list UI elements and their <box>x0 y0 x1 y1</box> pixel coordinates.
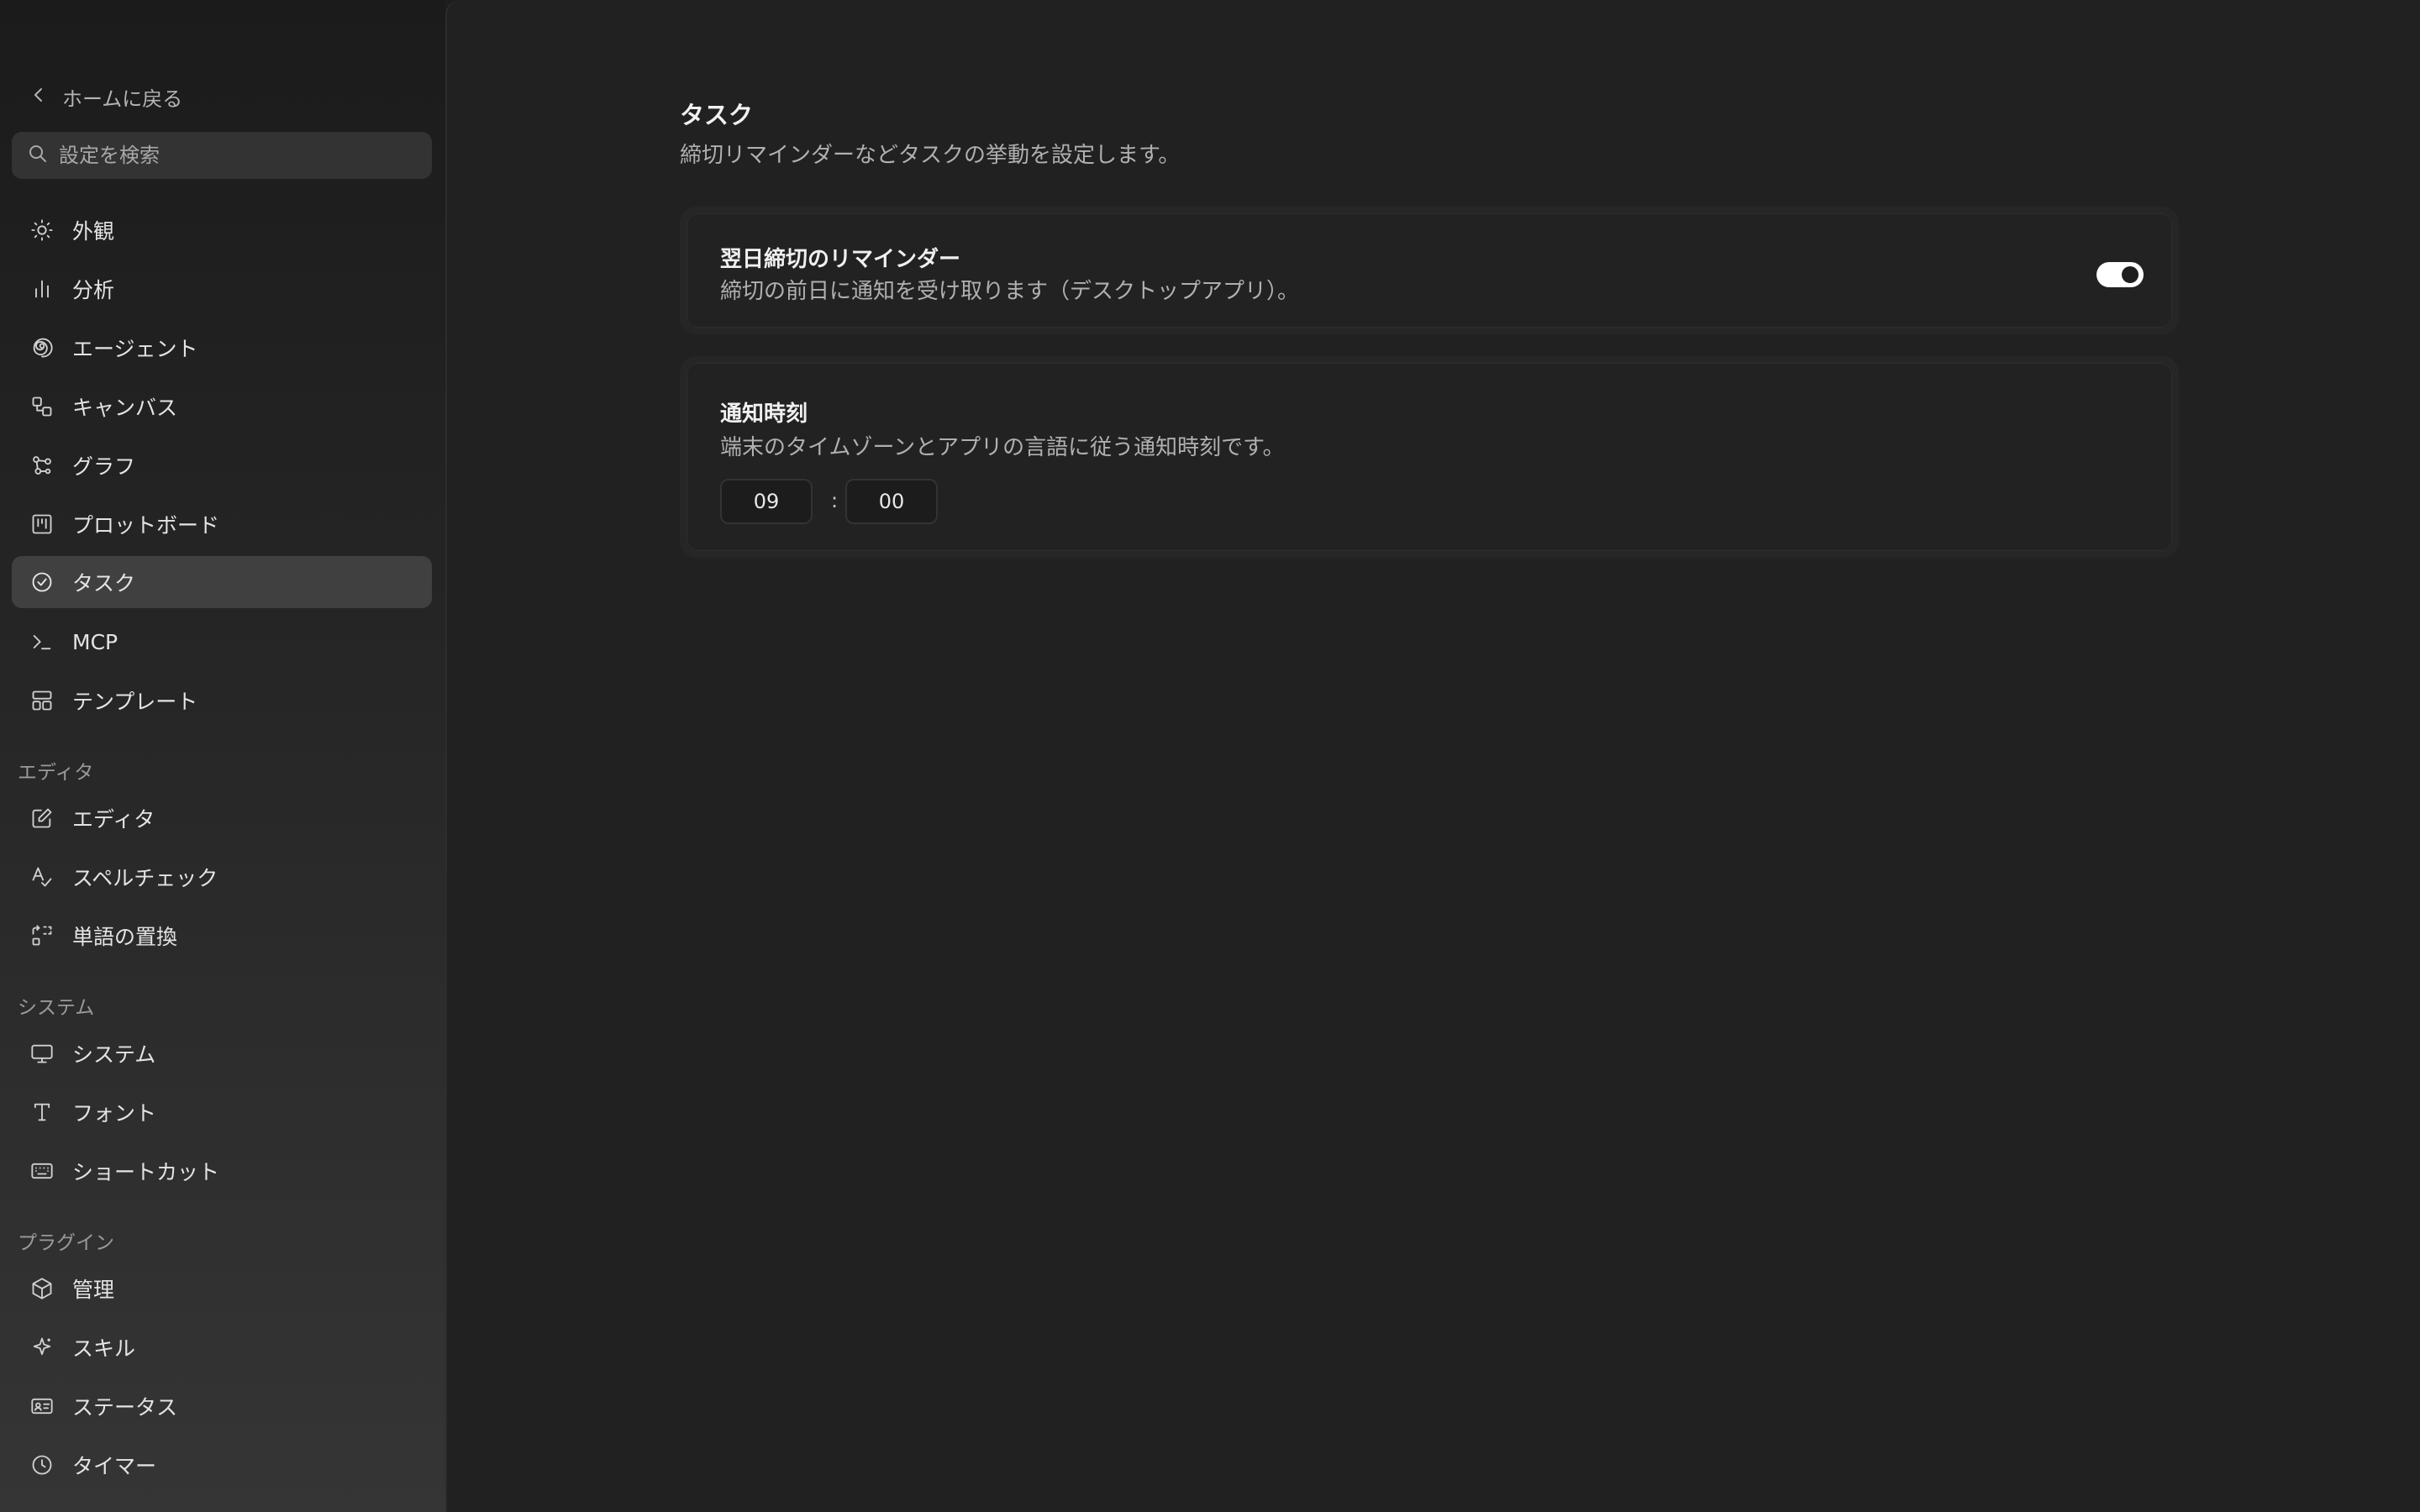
hour-input[interactable] <box>720 479 813 524</box>
page-subtitle: 締切リマインダーなどタスクの挙動を設定します。 <box>680 143 1181 168</box>
notify-time-description: 端末のタイムゾーンとアプリの言語に従う通知時刻です。 <box>720 435 1285 460</box>
sidebar-item-templates[interactable]: テンプレート <box>12 675 432 727</box>
clock-icon <box>29 1452 55 1478</box>
sidebar-item-agent[interactable]: エージェント <box>12 322 432 374</box>
type-icon <box>29 1099 55 1126</box>
sparkle-icon <box>29 1334 55 1361</box>
sidebar-item-label: タイマー <box>72 1454 157 1478</box>
back-to-home-link[interactable]: ホームに戻る <box>30 82 182 111</box>
settings-search[interactable] <box>12 132 432 179</box>
sidebar-item-label: ステータス <box>72 1395 178 1420</box>
replace-icon <box>29 922 55 949</box>
sidebar-item-spellcheck[interactable]: スペルチェック <box>12 851 432 903</box>
graph-icon <box>29 452 55 479</box>
reminder-setting-card: 翌日締切のリマインダー 締切の前日に通知を受け取ります（デスクトップアプリ）。 <box>680 207 2179 334</box>
sidebar-item-label: 単語の置換 <box>72 925 178 949</box>
sidebar-item-plotboard[interactable]: プロットボード <box>12 498 432 550</box>
sidebar-item-fonts[interactable]: フォント <box>12 1086 432 1138</box>
sidebar-item-label: スペルチェック <box>72 866 218 890</box>
sidebar-item-timer[interactable]: タイマー <box>12 1439 432 1491</box>
sidebar-item-label: エージェント <box>72 337 198 361</box>
spell-check-icon <box>29 864 55 890</box>
search-input[interactable] <box>57 143 413 168</box>
sidebar-item-label: 外観 <box>72 219 115 244</box>
sidebar-item-label: エディタ <box>72 807 155 832</box>
canvas-icon <box>29 393 55 420</box>
box-icon <box>29 1275 55 1302</box>
settings-content: タスク 締切リマインダーなどタスクの挙動を設定します。 翌日締切のリマインダー … <box>445 0 2420 1512</box>
reminder-title: 翌日締切のリマインダー <box>720 247 961 272</box>
search-icon <box>27 143 49 168</box>
time-separator: : <box>831 489 839 512</box>
kanban-icon <box>29 511 55 538</box>
sidebar-item-label: MCP <box>72 629 118 654</box>
bar-chart-icon <box>29 276 55 302</box>
reminder-description: 締切の前日に通知を受け取ります（デスクトップアプリ）。 <box>720 279 1300 304</box>
sidebar-item-appearance[interactable]: 外観 <box>12 204 432 256</box>
monitor-icon <box>29 1040 55 1067</box>
sidebar-item-tasks[interactable]: タスク <box>12 556 432 608</box>
toggle-knob <box>2122 266 2139 283</box>
sidebar-item-label: タスク <box>72 571 136 596</box>
sidebar-item-label: 分析 <box>72 278 115 302</box>
sidebar-item-status[interactable]: ステータス <box>12 1380 432 1432</box>
sidebar-item-label: グラフ <box>72 454 136 479</box>
sidebar-item-label: テンプレート <box>72 690 198 714</box>
sidebar-item-shortcuts[interactable]: ショートカット <box>12 1145 432 1197</box>
keyboard-icon <box>29 1158 55 1184</box>
sidebar-item-word-replace[interactable]: 単語の置換 <box>12 910 432 962</box>
sidebar-item-graph[interactable]: グラフ <box>12 439 432 491</box>
sidebar-item-editor[interactable]: エディタ <box>12 792 432 844</box>
notify-time-card: 通知時刻 端末のタイムゾーンとアプリの言語に従う通知時刻です。 : <box>680 356 2179 558</box>
sidebar-item-system[interactable]: システム <box>12 1027 432 1079</box>
sidebar-item-skills[interactable]: スキル <box>12 1321 432 1373</box>
sun-icon <box>29 217 55 244</box>
page-title: タスク <box>680 101 754 129</box>
sidebar-item-label: システム <box>72 1042 156 1067</box>
sidebar-item-label: キャンバス <box>72 396 178 420</box>
check-circle-icon <box>29 569 55 596</box>
sidebar-item-mcp[interactable]: MCP <box>12 616 432 668</box>
sidebar-item-manage[interactable]: 管理 <box>12 1263 432 1315</box>
section-title-system: システム <box>18 997 95 1019</box>
section-title-plugins: プラグイン <box>18 1232 114 1254</box>
terminal-icon <box>29 628 55 655</box>
sidebar-item-label: フォント <box>72 1101 157 1126</box>
sidebar-item-label: スキル <box>72 1336 136 1361</box>
sidebar-item-canvas[interactable]: キャンバス <box>12 381 432 433</box>
id-card-icon <box>29 1393 55 1420</box>
edit-icon <box>29 805 55 832</box>
minute-input[interactable] <box>845 479 938 524</box>
section-title-editor: エディタ <box>18 762 94 784</box>
layout-icon <box>29 687 55 714</box>
sidebar-item-analytics[interactable]: 分析 <box>12 263 432 315</box>
sidebar-item-label: ショートカット <box>72 1160 220 1184</box>
back-label: ホームに戻る <box>62 87 183 111</box>
sidebar-item-label: プロットボード <box>72 513 220 538</box>
chevron-left-icon <box>30 85 47 108</box>
spiral-icon <box>29 334 55 361</box>
sidebar-item-label: 管理 <box>72 1278 115 1302</box>
reminder-toggle[interactable] <box>2096 262 2144 287</box>
sidebar: ホームに戻る 外観 分析 エージェント <box>0 0 445 1512</box>
settings-window: ホームに戻る 外観 分析 エージェント <box>0 0 2420 1512</box>
notify-time-title: 通知時刻 <box>720 402 808 427</box>
